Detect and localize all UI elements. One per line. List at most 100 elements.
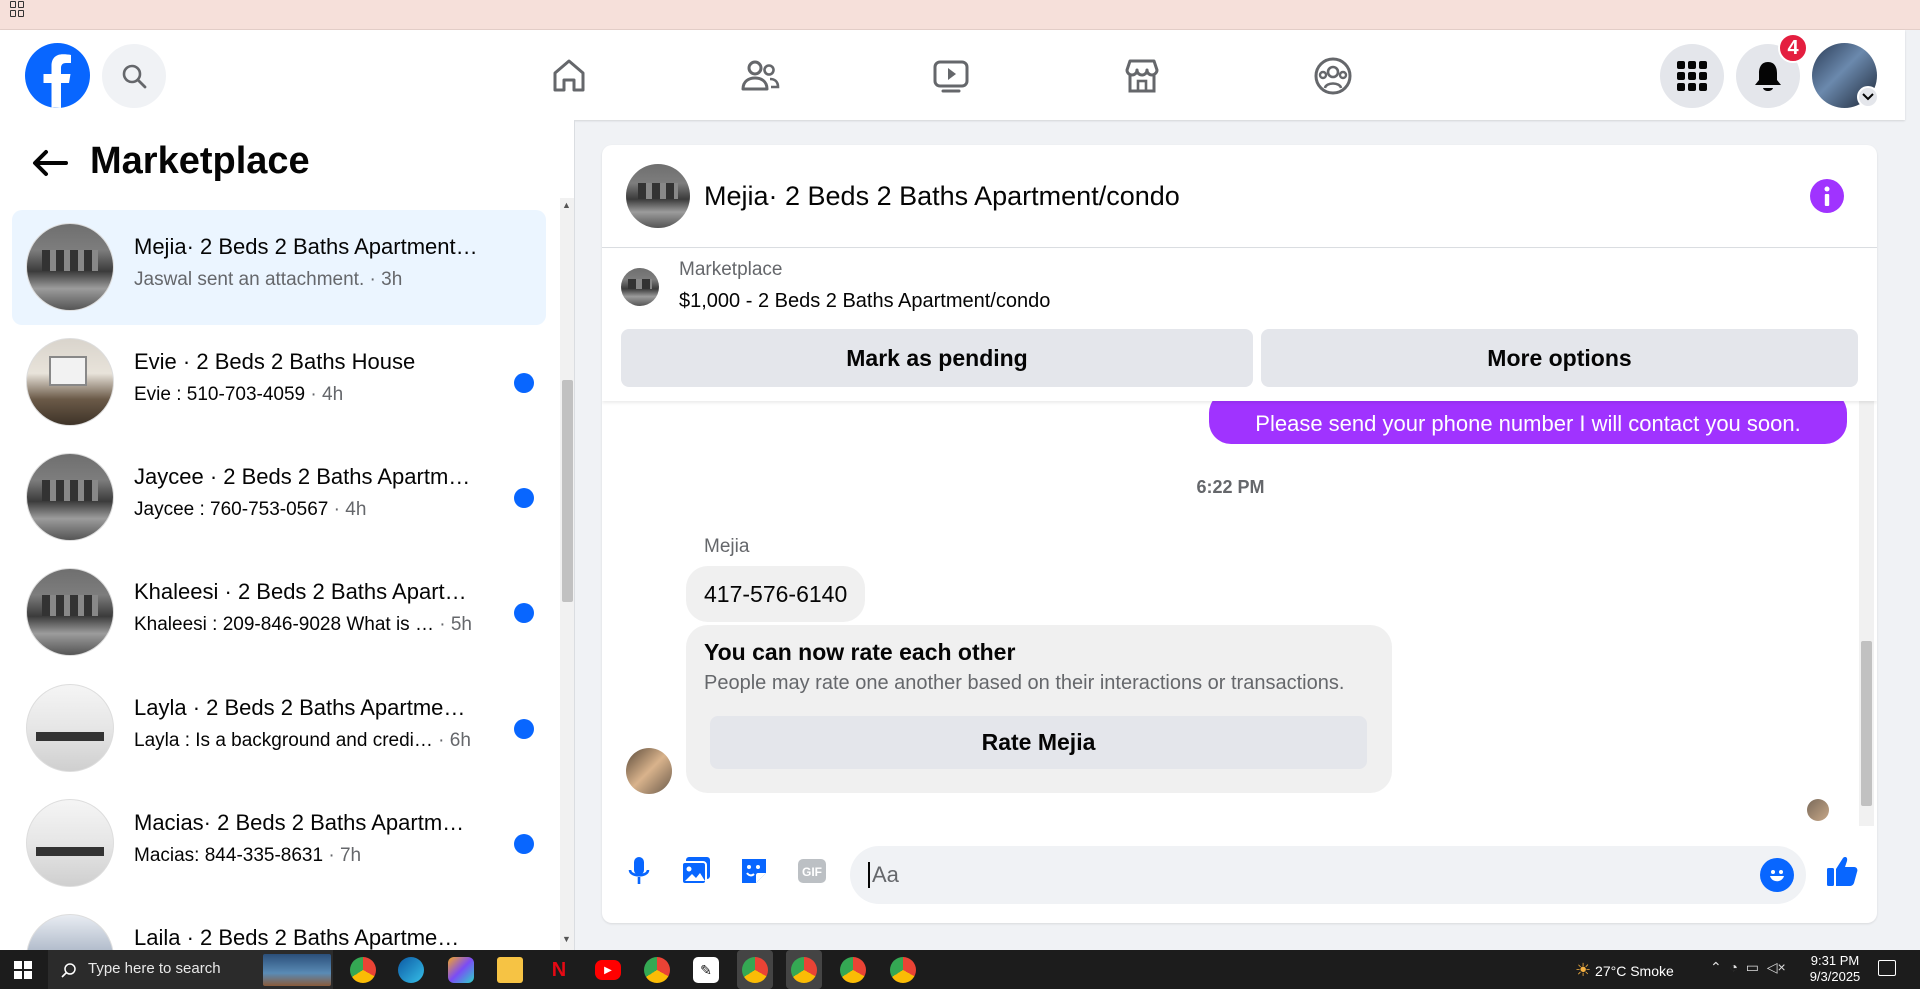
conversation-item-evie[interactable]: Evie · 2 Beds 2 Baths House Evie : 510-7…: [12, 325, 546, 440]
search-button[interactable]: [102, 44, 166, 108]
back-arrow-icon[interactable]: [30, 148, 70, 178]
chrome-profile-icon[interactable]: [644, 957, 670, 983]
unread-dot: [514, 373, 534, 393]
conversation-item-layla[interactable]: Layla · 2 Beds 2 Baths Apartme… Layla : …: [12, 671, 546, 786]
scrollbar-thumb[interactable]: [562, 380, 573, 602]
account-chevron[interactable]: [1857, 86, 1879, 108]
microphone-icon: [628, 857, 650, 884]
speaker-muted-icon: ◁×: [1766, 959, 1786, 975]
message-input[interactable]: Aa: [850, 846, 1806, 904]
message-timestamp: 6:22 PM: [1196, 477, 1265, 497]
conversation-title: Layla · 2 Beds 2 Baths Apartme…: [134, 695, 466, 720]
copilot-icon[interactable]: [448, 957, 474, 983]
unread-dot: [514, 834, 534, 854]
listing-thumbnail: [26, 453, 114, 541]
browser-top-strip: [0, 0, 1920, 30]
menu-button[interactable]: [1660, 44, 1724, 108]
conversation-item-khaleesi[interactable]: Khaleesi · 2 Beds 2 Baths Apart… Khalees…: [12, 555, 546, 670]
unread-dot: [514, 719, 534, 739]
edge-icon[interactable]: [398, 957, 424, 983]
like-button[interactable]: [1824, 853, 1860, 889]
pen-app-icon[interactable]: ✎: [693, 957, 719, 983]
chat-title[interactable]: Mejia· 2 Beds 2 Baths Apartment/condo: [704, 181, 1180, 212]
nav-marketplace[interactable]: [1118, 52, 1166, 100]
windows-taskbar: Type here to search N ▶ ✎ ☀ 27°C Smoke ⌃…: [0, 950, 1920, 989]
conversation-title: Laila · 2 Beds 2 Baths Apartme…: [134, 925, 460, 950]
voice-clip-button[interactable]: [621, 853, 657, 889]
weather-sun-icon: ☀: [1575, 960, 1592, 980]
conversation-snippet: Layla : Is a background and credi… · 6h: [134, 730, 471, 751]
facebook-header: 4: [0, 30, 1905, 120]
listing-description[interactable]: $1,000 - 2 Beds 2 Baths Apartment/condo: [679, 290, 1050, 313]
conversation-snippet: Khaleesi : 209-846-9028 What is … · 5h: [134, 614, 472, 635]
chevron-down-icon: [1862, 93, 1874, 101]
groups-icon: [1314, 57, 1352, 95]
listing-source: Marketplace: [679, 259, 783, 280]
conversation-snippet: Evie : 510-703-4059 · 4h: [134, 384, 344, 405]
weather-widget[interactable]: ☀ 27°C Smoke: [1575, 960, 1674, 981]
system-tray[interactable]: ⌃ ◔ ▭ ◁×: [1710, 959, 1786, 976]
sticker-button[interactable]: [736, 853, 772, 889]
scrollbar-thumb[interactable]: [1861, 641, 1872, 806]
taskbar-search-highlight-image[interactable]: [263, 954, 331, 986]
message-composer: GIF Aa: [602, 826, 1877, 923]
listing-thumbnail[interactable]: [621, 268, 659, 306]
nav-groups[interactable]: [1309, 52, 1357, 100]
conversation-snippet: Jaswal sent an attachment. · 3h: [134, 269, 403, 290]
rate-user-button[interactable]: Rate Mejia: [710, 716, 1367, 769]
file-explorer-icon[interactable]: [497, 957, 523, 983]
clock-time: 9:31 PM: [1810, 953, 1860, 968]
rating-card-subtitle: People may rate one another based on the…: [704, 672, 1345, 694]
chrome-window-active-2[interactable]: [786, 950, 822, 989]
mark-as-pending-button[interactable]: Mark as pending: [621, 329, 1253, 387]
emoji-button[interactable]: [1760, 858, 1794, 892]
battery-icon: ▭: [1745, 959, 1759, 975]
apps-grid-icon[interactable]: [10, 1, 26, 17]
youtube-icon[interactable]: ▶: [595, 960, 621, 980]
conversation-snippet: Macias: 844-335-8631 · 7h: [134, 845, 362, 866]
chrome-profile-icon-3[interactable]: [840, 957, 866, 983]
info-button[interactable]: [1810, 179, 1844, 213]
conversation-item-jaycee[interactable]: Jaycee · 2 Beds 2 Baths Apartm… Jaycee :…: [12, 440, 546, 555]
chrome-window-active[interactable]: [737, 950, 773, 989]
photo-icon: [681, 857, 710, 885]
listing-thumbnail: [26, 338, 114, 426]
unread-dot: [514, 488, 534, 508]
more-options-button[interactable]: More options: [1261, 329, 1858, 387]
nav-friends[interactable]: [736, 52, 784, 100]
chat-header: Mejia· 2 Beds 2 Baths Apartment/condo: [602, 145, 1877, 248]
panel-header: Marketplace: [0, 120, 560, 200]
friends-icon: [741, 60, 780, 91]
listing-thumbnail: [26, 223, 114, 311]
text-caret: [868, 862, 870, 888]
taskbar-clock[interactable]: 9:31 PM 9/3/2025: [1800, 953, 1870, 985]
conversation-item-mejia[interactable]: Mejia· 2 Beds 2 Baths Apartment… Jaswal …: [12, 210, 546, 325]
facebook-logo-icon[interactable]: [25, 43, 90, 108]
netflix-icon[interactable]: N: [546, 957, 572, 983]
notification-center-icon[interactable]: [1878, 960, 1896, 976]
gif-icon: GIF: [798, 859, 826, 883]
scroll-down-arrow[interactable]: ▼: [562, 934, 571, 944]
listing-thumbnail: [26, 914, 114, 950]
clock-date: 9/3/2025: [1809, 969, 1861, 984]
scroll-up-arrow[interactable]: ▲: [562, 200, 571, 210]
weather-text: 27°C Smoke: [1595, 963, 1674, 979]
nav-watch[interactable]: [927, 52, 975, 100]
nav-home[interactable]: [545, 52, 593, 100]
chat-listing-avatar[interactable]: [626, 164, 690, 228]
search-icon: [122, 64, 147, 89]
menu-grid-icon: [1677, 61, 1707, 91]
unread-dot: [514, 603, 534, 623]
sender-avatar[interactable]: [626, 748, 672, 794]
listing-thumbnail: [26, 799, 114, 887]
gif-button[interactable]: GIF: [794, 853, 830, 889]
notification-badge: 4: [1778, 33, 1808, 63]
conversation-snippet: Jaycee : 760-753-0567 · 4h: [134, 499, 367, 520]
chrome-icon[interactable]: [350, 957, 376, 983]
conversation-item-macias[interactable]: Macias· 2 Beds 2 Baths Apartm… Macias: 8…: [12, 786, 546, 901]
chrome-profile-icon-4[interactable]: [890, 957, 916, 983]
windows-start-icon[interactable]: [14, 961, 32, 979]
svg-text:GIF: GIF: [802, 865, 822, 879]
attach-photo-button[interactable]: [678, 853, 714, 889]
conversation-item-laila[interactable]: Laila · 2 Beds 2 Baths Apartme…: [12, 901, 546, 950]
